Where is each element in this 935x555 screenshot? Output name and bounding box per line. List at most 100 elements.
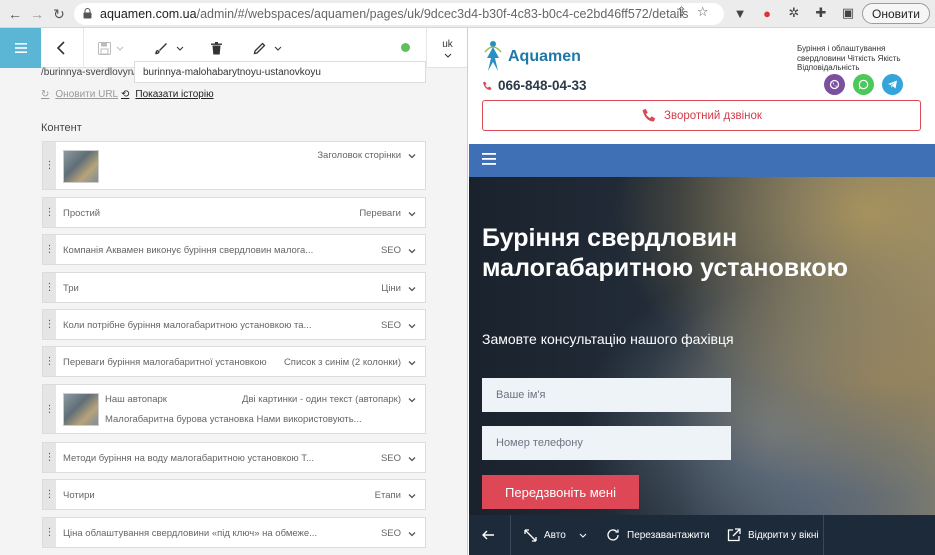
content-block[interactable]: ⋮ Простий Переваги bbox=[42, 197, 426, 228]
extension-gear-icon[interactable]: ✲ bbox=[786, 5, 802, 21]
address-bar[interactable]: aquamen.com.ua/admin/#/webspaces/aquamen… bbox=[74, 3, 724, 25]
block-title: Методи буріння на воду малогабаритною ус… bbox=[63, 452, 314, 464]
block-type: Дві картинки - один текст (автопарк) bbox=[242, 394, 401, 405]
content-block[interactable]: ⋮ Коли потрібне буріння малогабаритною ус… bbox=[42, 309, 426, 340]
content-block[interactable]: ⋮ Чотири Етапи bbox=[42, 479, 426, 510]
drag-handle-icon[interactable]: ⋮ bbox=[43, 198, 56, 227]
browser-toolbar: ← → ↻ aquamen.com.ua/admin/#/webspaces/a… bbox=[0, 0, 935, 28]
drag-handle-icon[interactable]: ⋮ bbox=[43, 310, 56, 339]
extension-red-icon[interactable]: ● bbox=[759, 5, 775, 21]
external-link-icon bbox=[727, 528, 741, 542]
chevron-down-icon[interactable] bbox=[407, 284, 417, 294]
chevron-down-icon[interactable] bbox=[407, 395, 417, 405]
drag-handle-icon[interactable]: ⋮ bbox=[43, 480, 56, 509]
block-title: Чотири bbox=[63, 489, 95, 501]
back-arrow-icon[interactable]: ← bbox=[4, 3, 26, 25]
block-type: Ціни bbox=[381, 282, 401, 294]
preview-back-button[interactable] bbox=[482, 515, 495, 555]
save-dropdown[interactable] bbox=[98, 28, 124, 68]
save-disk-icon bbox=[98, 41, 111, 55]
back-button[interactable] bbox=[56, 28, 66, 68]
whatsapp-icon[interactable] bbox=[853, 74, 874, 95]
block-type: Етапи bbox=[374, 489, 401, 501]
callback-submit-button[interactable]: Передзвоніть мені bbox=[482, 475, 639, 509]
refresh-icon: ↻ bbox=[41, 89, 50, 100]
content-block[interactable]: ⋮ Ціна облаштування свердловини «під ключ… bbox=[42, 517, 426, 548]
show-history-link[interactable]: ⟲ Показати історію bbox=[121, 89, 214, 100]
hamburger-icon bbox=[14, 43, 27, 53]
refresh-url-link[interactable]: ↻ Оновити URL bbox=[41, 89, 118, 100]
drag-handle-icon[interactable]: ⋮ bbox=[43, 235, 56, 264]
chevron-down-icon[interactable] bbox=[407, 321, 417, 331]
arrow-left-icon bbox=[482, 530, 494, 540]
resize-arrows-icon bbox=[524, 528, 537, 542]
forward-arrow-icon[interactable]: → bbox=[26, 3, 48, 25]
drag-handle-icon[interactable]: ⋮ bbox=[43, 347, 56, 376]
reload-icon[interactable]: ↻ bbox=[48, 3, 70, 25]
extension-vpn-icon[interactable]: ▼ bbox=[732, 5, 748, 21]
chevron-down-icon[interactable] bbox=[407, 454, 417, 464]
publish-status-indicator bbox=[401, 43, 410, 52]
name-input[interactable]: Ваше ім'я bbox=[482, 378, 731, 412]
site-brand[interactable]: Aquamen bbox=[508, 48, 581, 66]
block-type: Переваги bbox=[359, 207, 401, 219]
site-phone[interactable]: 066-848-04-33 bbox=[482, 78, 587, 93]
social-links bbox=[824, 74, 903, 95]
site-phone-number: 066-848-04-33 bbox=[498, 78, 587, 93]
bookmark-star-icon[interactable]: ☆ bbox=[697, 4, 709, 20]
hamburger-icon[interactable] bbox=[482, 153, 496, 165]
chevron-down-icon[interactable] bbox=[407, 491, 417, 501]
reload-preview-button[interactable]: Перезавантажити bbox=[606, 515, 710, 555]
drag-handle-icon[interactable]: ⋮ bbox=[43, 443, 56, 472]
telegram-icon[interactable] bbox=[882, 74, 903, 95]
block-subtitle: Малогабаритна бурова установка Нами вико… bbox=[105, 414, 362, 425]
phone-icon bbox=[483, 81, 492, 90]
phone-icon bbox=[642, 108, 656, 122]
brush-icon bbox=[155, 42, 167, 54]
hero-section: Буріння свердловин малогабаритною устано… bbox=[469, 177, 935, 515]
browser-update-button[interactable]: Оновити bbox=[862, 3, 930, 24]
open-in-window-button[interactable]: Відкрити у вікні bbox=[727, 515, 819, 555]
drag-handle-icon[interactable]: ⋮ bbox=[43, 385, 56, 433]
chevron-down-icon[interactable] bbox=[407, 246, 417, 256]
sidebar-toggle-icon[interactable]: ▣ bbox=[840, 5, 856, 21]
language-selector[interactable]: uk bbox=[426, 28, 467, 68]
callback-label: Зворотний дзвінок bbox=[664, 109, 762, 122]
chevron-down-icon[interactable] bbox=[407, 358, 417, 368]
drag-handle-icon[interactable]: ⋮ bbox=[43, 518, 56, 547]
site-tagline: Буріння і облаштування свердловини Чіткі… bbox=[797, 44, 901, 72]
share-icon[interactable]: ⇪ bbox=[676, 4, 687, 20]
content-block[interactable]: ⋮ Методи буріння на воду малогабаритною у… bbox=[42, 442, 426, 473]
block-type: SEO bbox=[380, 527, 401, 539]
site-preview: Aquamen Буріння і облаштування свердлови… bbox=[469, 28, 935, 555]
open-label: Відкрити у вікні bbox=[748, 529, 819, 541]
block-title: Ціна облаштування свердловини «під ключ»… bbox=[63, 527, 318, 539]
block-type: Список з синім (2 колонки) bbox=[283, 356, 401, 368]
chevron-down-icon[interactable] bbox=[407, 529, 417, 539]
drag-handle-icon[interactable]: ⋮ bbox=[43, 142, 56, 189]
content-block[interactable]: ⋮ Наш автопарк Малогабаритна бурова устано… bbox=[42, 384, 426, 434]
device-label: Авто bbox=[544, 529, 566, 541]
url-input[interactable]: burinnya-malohabarytnoyu-ustanovkoyu bbox=[134, 61, 426, 83]
menu-button[interactable] bbox=[0, 28, 41, 68]
chevron-down-icon[interactable] bbox=[407, 209, 417, 219]
block-type: Заголовок сторінки bbox=[317, 150, 401, 161]
drag-handle-icon[interactable]: ⋮ bbox=[43, 273, 56, 302]
device-selector[interactable]: Авто bbox=[524, 515, 587, 555]
content-block[interactable]: ⋮ Переваги буріння малогабаритної установ… bbox=[42, 346, 426, 377]
chevron-down-icon bbox=[116, 46, 124, 51]
toolbar-divider bbox=[83, 28, 84, 68]
chevron-down-icon[interactable] bbox=[407, 151, 417, 161]
extensions-puzzle-icon[interactable]: ✚ bbox=[813, 5, 829, 21]
chevron-down-icon bbox=[444, 53, 451, 58]
phone-input[interactable]: Номер телефону bbox=[482, 426, 731, 460]
content-block[interactable]: ⋮ Компанія Аквамен виконує буріння свердл… bbox=[42, 234, 426, 265]
chevron-down-icon bbox=[176, 46, 184, 51]
callback-button[interactable]: Зворотний дзвінок bbox=[482, 100, 921, 131]
viber-icon[interactable] bbox=[824, 74, 845, 95]
site-header: Aquamen Буріння і облаштування свердлови… bbox=[469, 28, 935, 144]
address-bar-actions: ⇪ ☆ bbox=[676, 4, 709, 20]
aquamen-logo-icon bbox=[484, 41, 502, 71]
content-block[interactable]: ⋮ Три Ціни bbox=[42, 272, 426, 303]
content-block[interactable]: ⋮ Заголовок сторінки bbox=[42, 141, 426, 190]
